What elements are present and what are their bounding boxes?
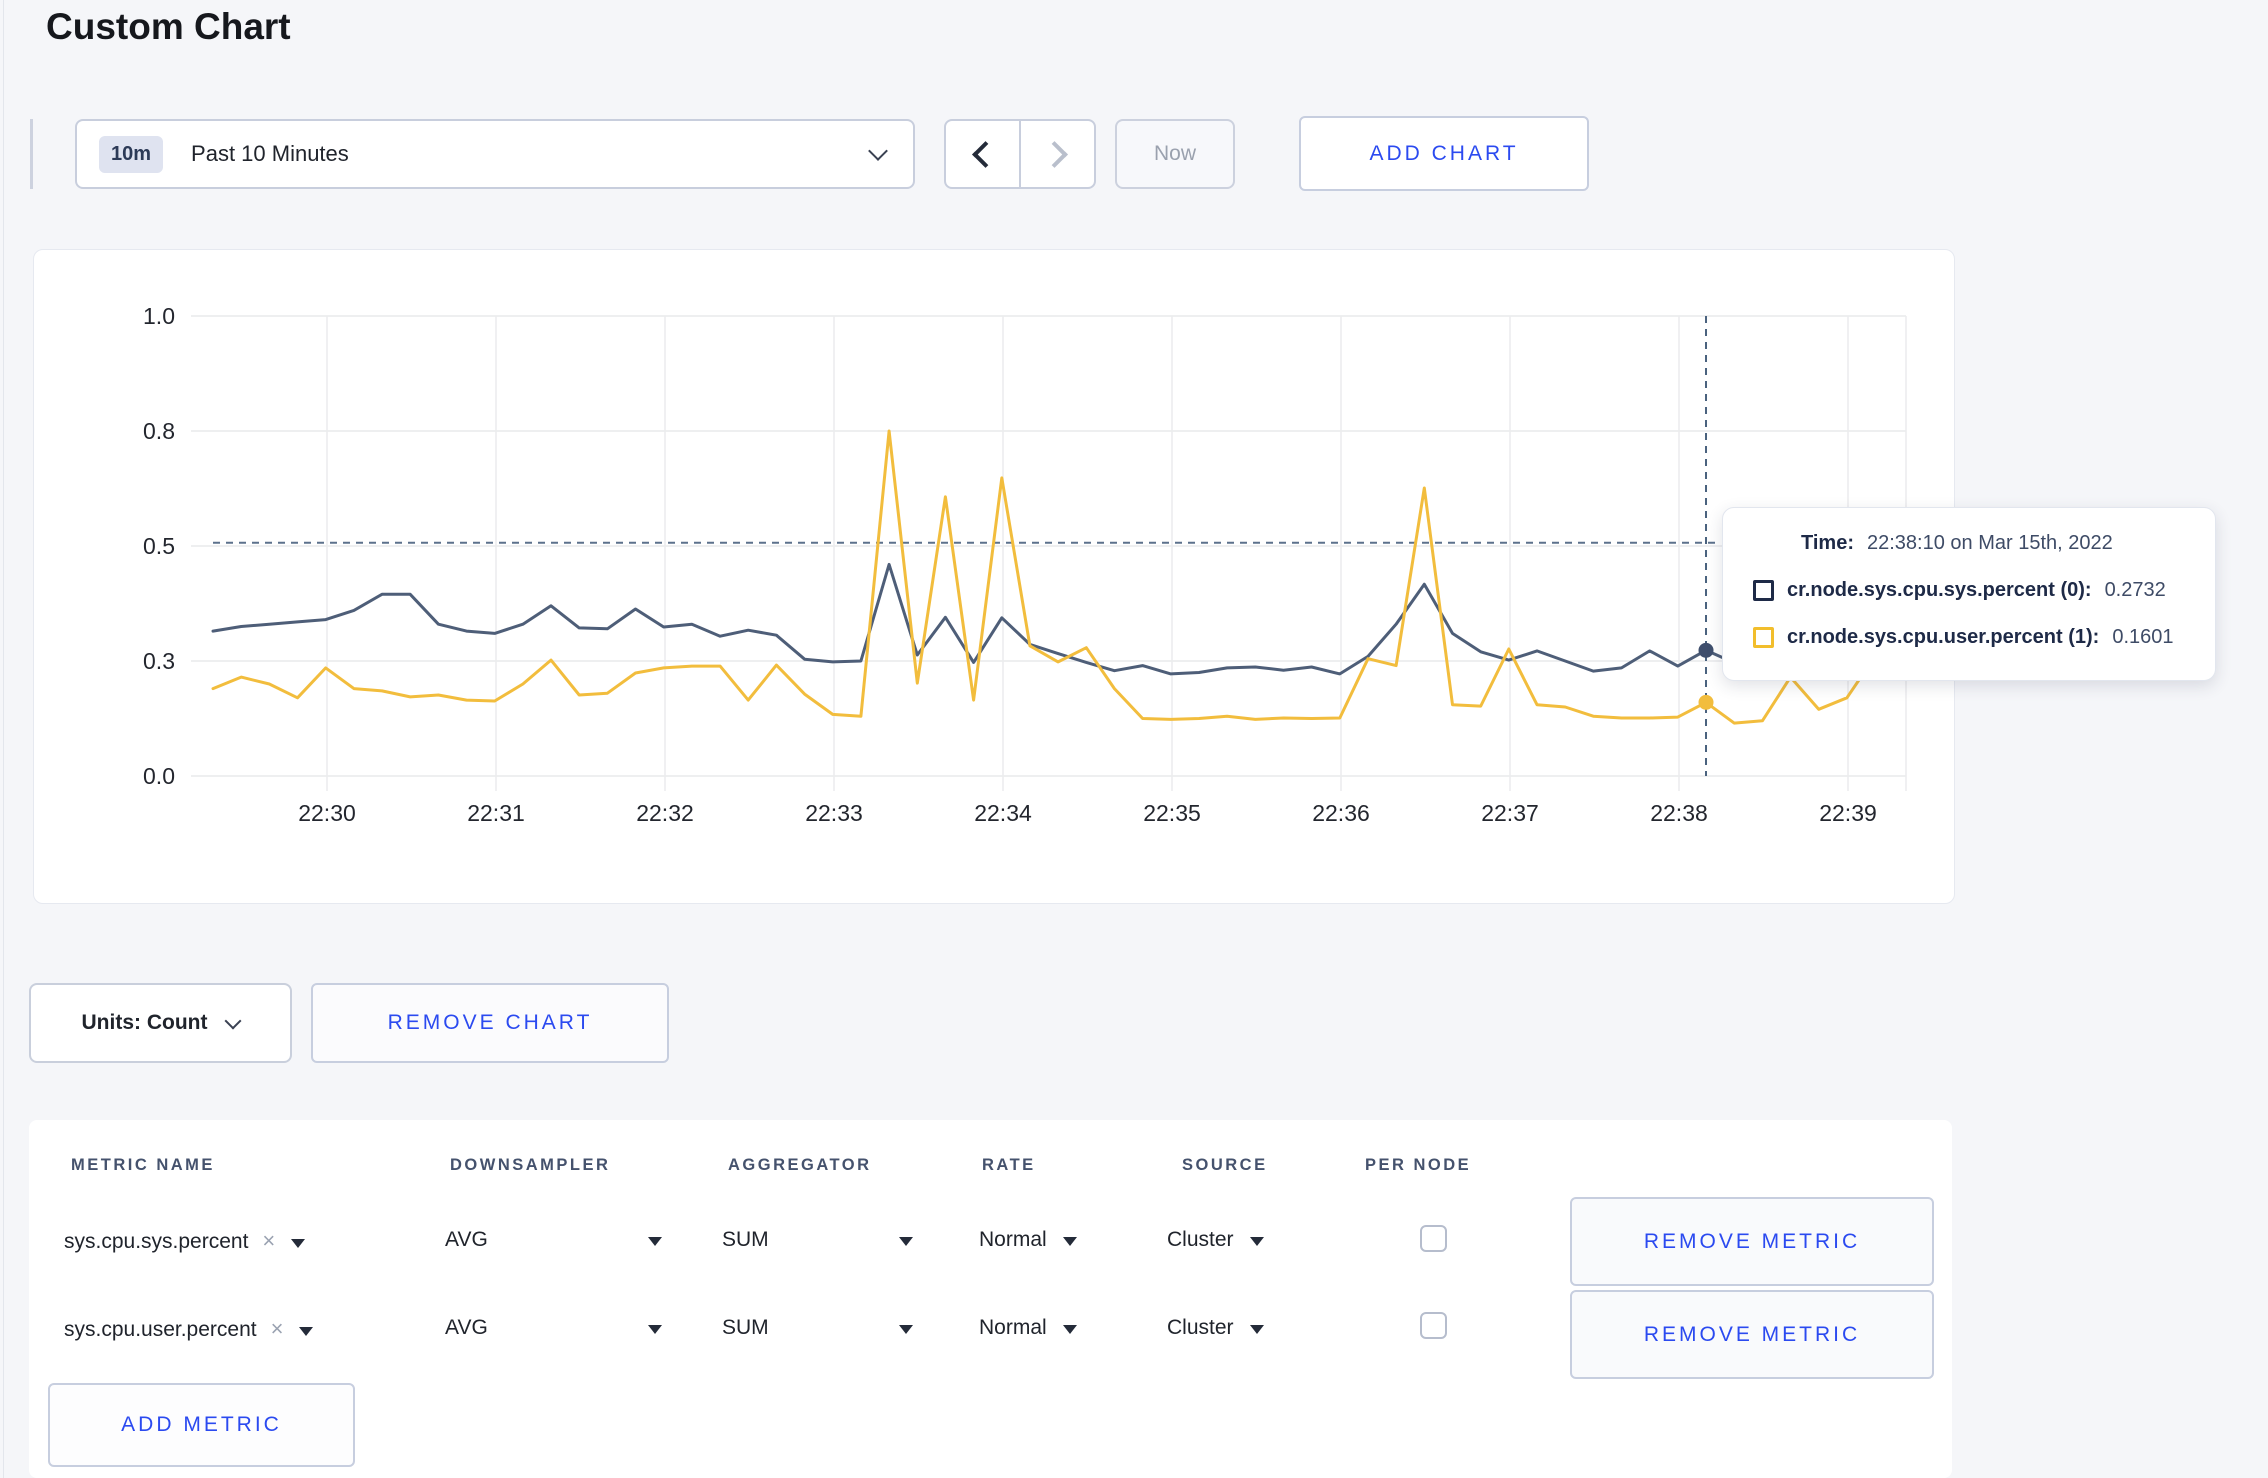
tooltip-series-label: cr.node.sys.cpu.user.percent (1): (1787, 626, 2100, 648)
source-select[interactable]: Cluster (1167, 1228, 1264, 1252)
units-select[interactable]: Units: Count (29, 983, 292, 1063)
series-sys-swatch-icon (1753, 580, 1774, 601)
remove-metric-button[interactable]: REMOVE METRIC (1570, 1197, 1934, 1286)
time-range-badge: 10m (99, 135, 164, 173)
col-header-aggregator: AGGREGATOR (728, 1156, 872, 1174)
prev-time-button[interactable] (946, 121, 1021, 187)
tooltip-series-value: 0.1601 (2112, 626, 2174, 648)
col-header-metric-name: METRIC NAME (71, 1156, 215, 1174)
dropdown-caret-icon (1249, 1237, 1264, 1246)
aggregator-select[interactable]: SUM (722, 1316, 913, 1340)
metric-name-select[interactable]: sys.cpu.sys.percent × (64, 1228, 306, 1254)
downsampler-select[interactable]: AVG (445, 1316, 662, 1340)
add-metric-button[interactable]: ADD METRIC (48, 1383, 355, 1467)
dropdown-caret-icon (647, 1237, 662, 1246)
add-chart-button[interactable]: ADD CHART (1299, 116, 1589, 191)
chart-card: 0.0 0.3 0.5 0.8 1.0 22:30 22:31 22:32 22:33 22:34… (33, 249, 1955, 904)
svg-text:22:36: 22:36 (1312, 800, 1370, 826)
svg-text:22:35: 22:35 (1143, 800, 1201, 826)
downsampler-select[interactable]: AVG (445, 1228, 662, 1252)
col-header-source: SOURCE (1182, 1156, 1268, 1174)
aggregator-select[interactable]: SUM (722, 1228, 913, 1252)
svg-text:22:32: 22:32 (636, 800, 694, 826)
dropdown-caret-icon (1062, 1237, 1077, 1246)
tooltip-series-value: 0.2732 (2104, 579, 2166, 601)
tooltip-series-row: cr.node.sys.cpu.user.percent (1): 0.1601 (1753, 626, 2174, 649)
svg-text:22:39: 22:39 (1819, 800, 1877, 826)
dropdown-caret-icon (898, 1237, 913, 1246)
svg-text:22:33: 22:33 (805, 800, 863, 826)
dropdown-caret-icon (299, 1327, 314, 1336)
tooltip-series-row: cr.node.sys.cpu.sys.percent (0): 0.2732 (1753, 579, 2166, 602)
chevron-down-icon (224, 1012, 242, 1029)
per-node-checkbox[interactable] (1420, 1312, 1447, 1339)
next-time-button[interactable] (1021, 121, 1094, 187)
source-select[interactable]: Cluster (1167, 1316, 1264, 1340)
dropdown-caret-icon (647, 1325, 662, 1334)
svg-text:1.0: 1.0 (143, 303, 175, 329)
svg-text:0.8: 0.8 (143, 418, 175, 444)
rate-select[interactable]: Normal (979, 1316, 1077, 1340)
chart-svg[interactable]: 0.0 0.3 0.5 0.8 1.0 22:30 22:31 22:32 22:33 22:34… (34, 250, 1956, 905)
metric-table: METRIC NAME DOWNSAMPLER AGGREGATOR RATE … (29, 1120, 1952, 1478)
svg-text:0.5: 0.5 (143, 533, 175, 559)
tooltip-series-label: cr.node.sys.cpu.sys.percent (0): (1787, 579, 2092, 601)
dropdown-caret-icon (1249, 1325, 1264, 1334)
svg-text:22:34: 22:34 (974, 800, 1032, 826)
remove-chart-button[interactable]: REMOVE CHART (311, 983, 669, 1063)
col-header-rate: RATE (982, 1156, 1036, 1174)
page-left-border (3, 0, 4, 1478)
dropdown-caret-icon (898, 1325, 913, 1334)
dropdown-caret-icon (291, 1239, 306, 1248)
tooltip-time-value: 22:38:10 on Mar 15th, 2022 (1866, 532, 2113, 554)
clear-metric-icon[interactable]: × (262, 1228, 275, 1253)
svg-text:0.0: 0.0 (143, 763, 175, 789)
clear-metric-icon[interactable]: × (271, 1316, 284, 1341)
col-header-per-node: PER NODE (1365, 1156, 1472, 1174)
svg-text:22:38: 22:38 (1650, 800, 1708, 826)
dropdown-caret-icon (1062, 1325, 1077, 1334)
chevron-down-icon (868, 141, 888, 161)
series-user-swatch-icon (1753, 627, 1774, 648)
col-header-downsampler: DOWNSAMPLER (450, 1156, 611, 1174)
remove-metric-button[interactable]: REMOVE METRIC (1570, 1290, 1934, 1379)
time-range-select[interactable]: 10m Past 10 Minutes (75, 119, 915, 189)
toolbar-divider (30, 119, 33, 189)
units-label: Units: Count (81, 1011, 208, 1034)
tooltip-time-key: Time: (1801, 532, 1854, 554)
metric-name-select[interactable]: sys.cpu.user.percent × (64, 1316, 314, 1342)
chevron-right-icon (1041, 140, 1068, 168)
rate-select[interactable]: Normal (979, 1228, 1077, 1252)
now-button[interactable]: Now (1115, 119, 1235, 189)
svg-text:22:37: 22:37 (1481, 800, 1539, 826)
time-step-buttons (944, 119, 1096, 189)
svg-text:22:31: 22:31 (467, 800, 525, 826)
svg-text:22:30: 22:30 (298, 800, 356, 826)
svg-text:0.3: 0.3 (143, 648, 175, 674)
time-range-label: Past 10 Minutes (191, 141, 349, 166)
page-title: Custom Chart (46, 6, 291, 47)
tooltip-time-row: Time: 22:38:10 on Mar 15th, 2022 (1801, 532, 2113, 555)
chevron-left-icon (972, 140, 999, 168)
per-node-checkbox[interactable] (1420, 1225, 1447, 1252)
chart-tooltip: Time: 22:38:10 on Mar 15th, 2022 cr.node… (1722, 507, 2216, 681)
